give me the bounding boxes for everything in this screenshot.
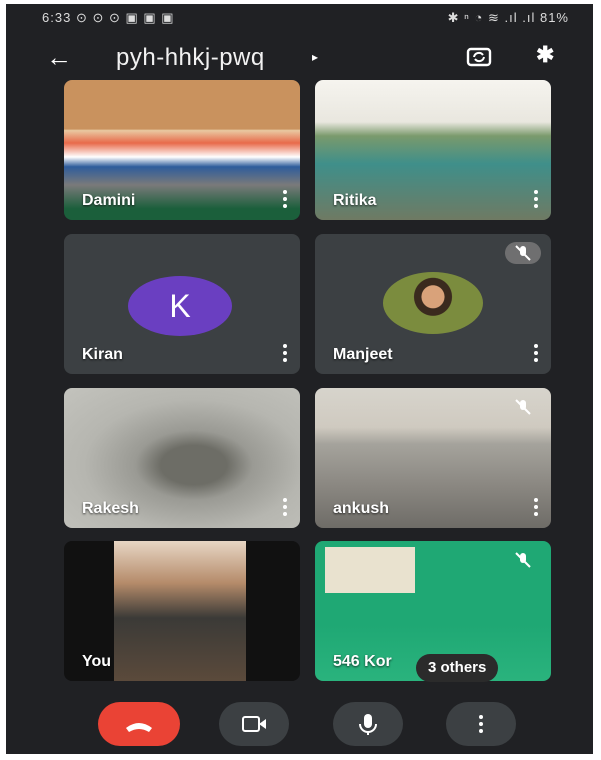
meet-screen: 6:33 ⊙ ⊙ ⊙ ▣ ▣ ▣ ✱ ⁿ ◔ ≋ .ıl .ıl 81% ← p… (6, 4, 593, 754)
mic-off-icon (505, 549, 541, 571)
end-call-icon (126, 723, 152, 732)
participant-tile[interactable]: Rakesh (64, 388, 300, 528)
more-vert-icon[interactable] (533, 498, 539, 518)
battery-level: 81% (539, 10, 569, 25)
mic-off-icon (505, 242, 541, 264)
participant-name: Damini (82, 192, 136, 209)
mic-toggle-button[interactable] (333, 702, 403, 746)
avatar (383, 272, 483, 334)
participant-name: ankush (333, 500, 390, 517)
more-vert-icon[interactable] (282, 344, 288, 364)
status-bar: 6:33 ⊙ ⊙ ⊙ ▣ ▣ ▣ ✱ ⁿ ◔ ≋ .ıl .ıl 81% (6, 4, 593, 32)
participant-name: Manjeet (333, 346, 393, 363)
others-badge[interactable]: 3 others (416, 654, 499, 682)
avatar: K (128, 276, 232, 336)
participant-name: 546 Kor (333, 653, 392, 670)
participant-name: Kiran (82, 346, 123, 363)
participant-tile[interactable]: ankush (315, 388, 551, 528)
end-call-button[interactable] (98, 702, 180, 746)
participant-tile[interactable]: K Kiran (64, 234, 300, 374)
mic-off-icon (505, 396, 541, 418)
more-vert-icon[interactable] (282, 498, 288, 518)
more-vert-icon[interactable] (533, 344, 539, 364)
mic-icon (359, 714, 377, 735)
status-time: 6:33 (42, 10, 72, 25)
status-left: 6:33 ⊙ ⊙ ⊙ ▣ ▣ ▣ (42, 10, 175, 26)
more-vert-icon[interactable] (533, 190, 539, 210)
participant-tile-self[interactable]: You (64, 541, 300, 681)
system-icons: ✱ ⁿ ◔ ≋ .ıl .ıl (447, 10, 536, 25)
participant-tile[interactable]: Ritika (315, 80, 551, 220)
participant-tile[interactable]: Manjeet (315, 234, 551, 374)
bluetooth-icon[interactable]: ✱ (536, 42, 554, 68)
call-controls (6, 694, 593, 754)
participant-tile[interactable]: Damini (64, 80, 300, 220)
more-vert-icon (478, 715, 484, 736)
back-arrow-icon[interactable]: ← (46, 42, 72, 73)
video-icon (242, 716, 266, 732)
self-video (114, 541, 246, 681)
top-bar: ← pyh-hhkj-pwq ▸ ✱ (6, 34, 593, 84)
status-right: ✱ ⁿ ◔ ≋ .ıl .ıl 81% (448, 10, 569, 26)
participant-name: Rakesh (82, 500, 139, 517)
participant-name: You (82, 653, 112, 670)
more-vert-icon[interactable] (282, 190, 288, 210)
switch-camera-icon[interactable] (466, 44, 492, 70)
notification-icons: ⊙ ⊙ ⊙ ▣ ▣ ▣ (75, 10, 175, 25)
meeting-code[interactable]: pyh-hhkj-pwq (116, 44, 265, 72)
participant-name: Ritika (333, 192, 377, 209)
chevron-right-icon[interactable]: ▸ (312, 50, 318, 64)
wall-poster (325, 547, 415, 593)
video-toggle-button[interactable] (219, 702, 289, 746)
more-options-button[interactable] (446, 702, 516, 746)
